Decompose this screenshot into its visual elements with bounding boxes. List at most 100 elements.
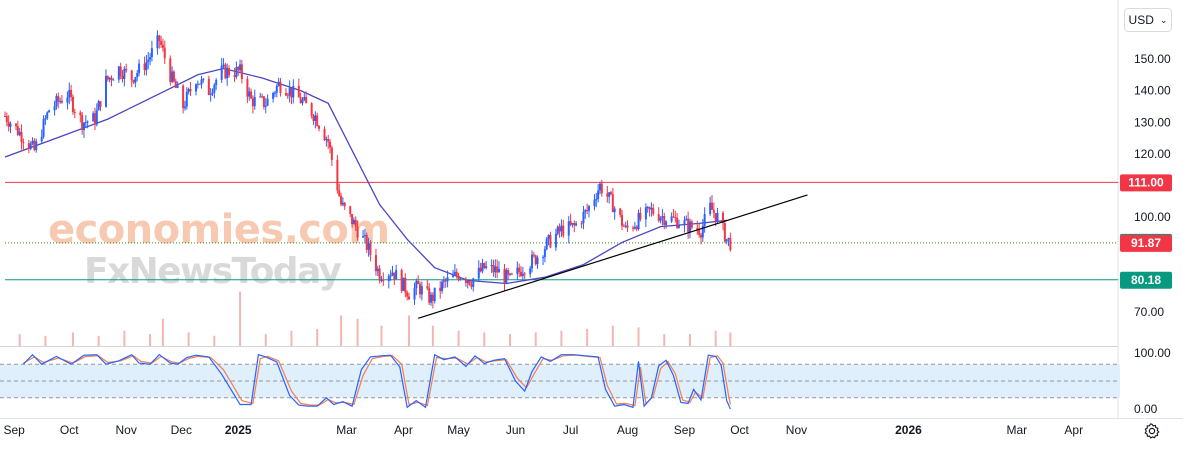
candle-body [567,221,570,236]
volume-bar [729,332,732,346]
candle-body [189,89,192,92]
candle-body [202,78,205,80]
candle-body [479,267,482,272]
candle-body [483,263,486,268]
candle-body [404,277,407,293]
support-tag-label: 80.18 [1131,273,1161,287]
volume-bar [408,315,410,346]
candle-body [369,243,372,256]
candle-body [262,96,265,107]
candle-body [621,214,624,226]
candle-body [171,71,174,82]
volume-bar [264,334,267,346]
candle-body [149,57,152,60]
candle-body [310,103,313,116]
candle-body [169,58,172,82]
candle-body [490,264,493,267]
time-axis-label: Mar [1007,423,1028,437]
candle-body [400,269,403,291]
volume-bar [560,330,563,346]
volume-bar [149,334,152,346]
candle-body [431,294,434,302]
time-axis-label: May [447,423,470,437]
candle-body [367,243,370,250]
candle-body [644,207,647,220]
candle-body [279,81,282,93]
candle-body [33,140,36,150]
candle-body [665,221,668,225]
candle-body [150,48,153,58]
candle-body [112,79,115,81]
candle-body [442,280,445,282]
candle-body [420,286,423,295]
price-axis-label: 100.00 [1134,210,1171,224]
currency-selector[interactable]: USD ⌄ [1124,8,1172,32]
candle-body [395,269,398,280]
last-price-tag-label: 91.87 [1131,236,1161,250]
candle-body [7,122,10,127]
candle-body [209,93,212,96]
stochastic-axis-label: 0.00 [1134,402,1158,416]
candle-body [316,115,319,127]
candle-body [97,101,100,111]
candle-body [446,277,449,282]
candle-body [670,216,673,222]
price-axis-label: 130.00 [1134,115,1171,129]
candle-body [497,268,500,273]
volume-bar [586,329,589,346]
candle-body [659,217,662,221]
candle-body [40,136,43,142]
candle-body [729,237,732,250]
candle-body [95,110,98,125]
candle-body [543,249,546,258]
candle-body [92,113,95,122]
candle-body [125,68,128,71]
candle-body [290,87,293,98]
candle-body [46,112,49,119]
candle-body [624,225,627,227]
volume-bar [123,330,126,346]
settings-button[interactable] [1143,422,1161,440]
chart-canvas[interactable]: economies.comFxNewsToday 150.00 140.00 130… [0,0,1183,449]
candle-body [233,75,236,78]
candle-body [547,234,550,239]
candle-body [650,207,653,210]
candle-body [714,213,717,222]
watermark-line-1: economies.com [48,207,390,253]
volume-bar [483,332,486,346]
candle-body [73,111,76,113]
candle-body [542,257,545,259]
volume-bar [611,325,614,346]
candle-body [703,214,706,226]
chart[interactable]: economies.com FxNewsToday 150.00 140.00 130… [0,0,1183,449]
candle-body [723,223,726,242]
candle-body [158,35,161,41]
candle-body [391,272,394,276]
candle-body [299,97,302,104]
candle-body [492,264,495,273]
candle-body [48,110,51,113]
candle-body [494,266,497,273]
candle-body [130,70,133,81]
candle-body [573,223,576,226]
candle-body [86,121,89,123]
candle-body [18,131,21,135]
candle-body [633,226,636,229]
candle-body [672,216,675,218]
candle-body [330,147,333,160]
candle-body [532,254,535,256]
candle-body [194,84,197,92]
time-axis-label: Aug [617,423,638,437]
candle-body [466,281,469,283]
candle-body [183,106,186,109]
candle-body [637,213,640,230]
candle-body [275,85,278,93]
candle-body [510,273,513,275]
candle-body [455,271,458,276]
candle-body [389,275,392,277]
candle-body [363,235,366,237]
candle-body [580,223,583,225]
candle-body [613,208,616,213]
candle-body [503,268,506,283]
candle-body [520,271,523,276]
